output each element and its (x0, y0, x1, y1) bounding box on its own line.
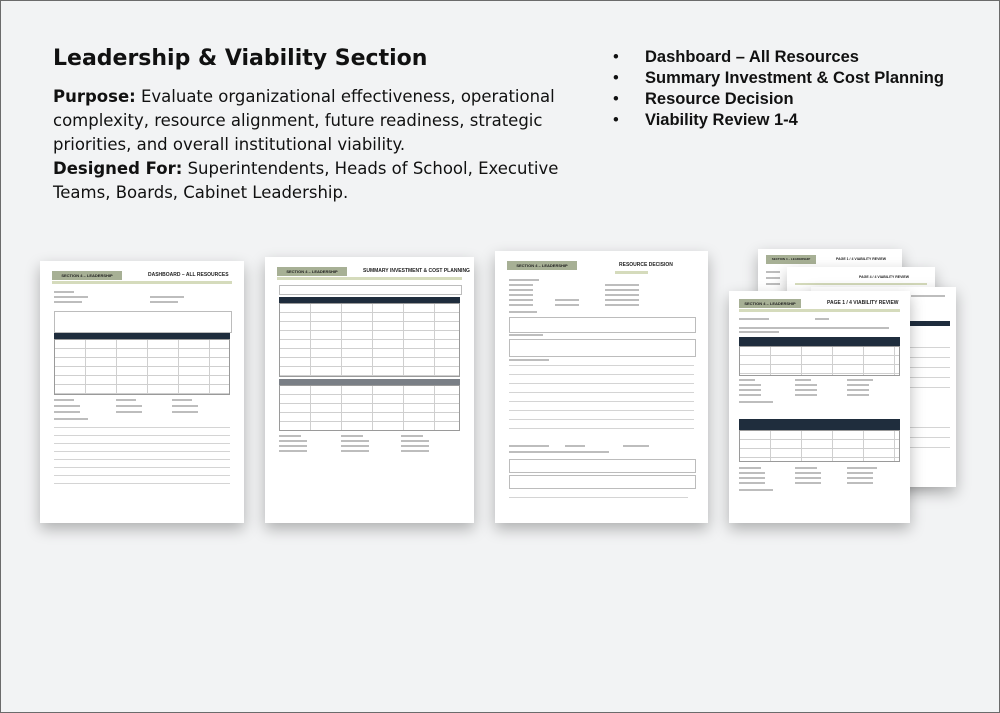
list-item: Dashboard – All Resources (613, 47, 944, 68)
summary-investment-document-thumbnail: SECTION 4 – LEADERSHIP SUMMARY INVESTMEN… (265, 257, 474, 523)
viability-review-document-thumbnail: SECTION 4 – LEADERSHIP PAGE 1 / 4 VIABIL… (729, 291, 910, 523)
dashboard-document-thumbnail: SECTION 4 – LEADERSHIP DASHBOARD – ALL R… (40, 261, 244, 523)
section-tag: SECTION 4 – LEADERSHIP (739, 299, 801, 308)
section-tag: SECTION 4 – LEADERSHIP (52, 271, 122, 280)
section-tag: SECTION 4 – LEADERSHIP (277, 267, 347, 276)
list-item: Summary Investment & Cost Planning (613, 68, 944, 89)
section-tag: SECTION 4 – LEADERSHIP (766, 255, 816, 264)
slide-title: Leadership & Viability Section (53, 46, 428, 71)
document-title: PAGE 4 / 4 VIABILITY REVIEW (859, 275, 910, 279)
title-underline (52, 281, 232, 284)
section-tag: SECTION 4 – LEADERSHIP (507, 261, 577, 270)
list-item: Viability Review 1-4 (613, 110, 944, 131)
resource-decision-document-thumbnail: SECTION 4 – LEADERSHIP RESOURCE DECISION (495, 251, 708, 523)
document-title: DASHBOARD – ALL RESOURCES (148, 272, 229, 278)
purpose-block: Purpose: Evaluate organizational effecti… (53, 85, 613, 205)
list-item: Resource Decision (613, 89, 944, 110)
document-title: PAGE 1 / 4 VIABILITY REVIEW (836, 257, 887, 261)
title-underline (615, 271, 648, 274)
slide-frame: Leadership & Viability Section Purpose: … (0, 0, 1000, 713)
document-title: SUMMARY INVESTMENT & COST PLANNING (363, 268, 470, 274)
purpose-label: Purpose: (53, 87, 136, 106)
document-title: RESOURCE DECISION (619, 262, 673, 268)
title-underline (277, 277, 462, 280)
resource-list: Dashboard – All Resources Summary Invest… (613, 47, 944, 131)
document-title: PAGE 1 / 4 VIABILITY REVIEW (827, 300, 899, 306)
designed-for-label: Designed For: (53, 159, 183, 178)
